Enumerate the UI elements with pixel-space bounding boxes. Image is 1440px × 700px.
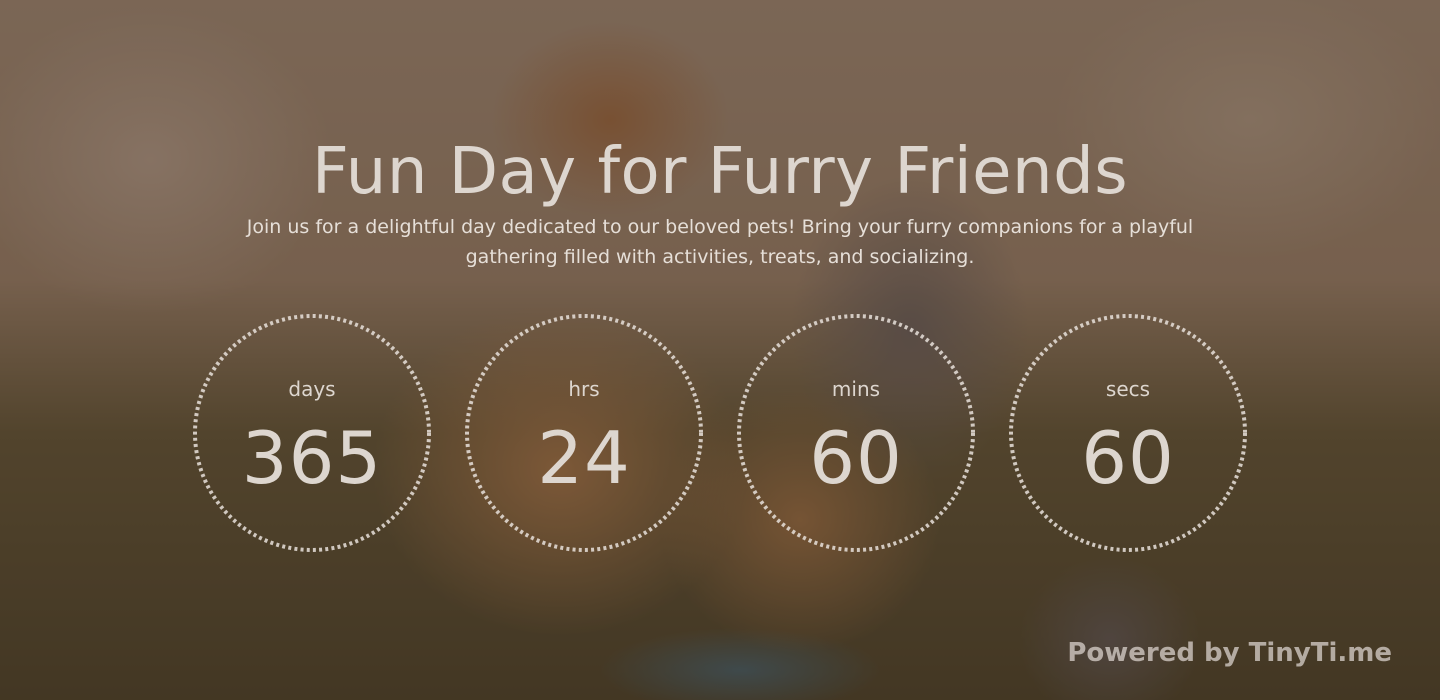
powered-by-link[interactable]: Powered by TinyTi.me [1067,638,1392,668]
countdown-value: 60 [809,416,903,500]
countdown-seconds: secs 60 [1008,313,1248,553]
countdown-label: secs [1105,377,1151,401]
event-description: Join us for a delightful day dedicated t… [246,216,1194,268]
countdown-days: days 365 [192,313,432,553]
countdown-value: 24 [537,416,631,500]
content: Fun Day for Furry Friends Join us for a … [0,0,1440,700]
countdown-value: 60 [1081,416,1175,500]
countdown-value: 365 [241,416,383,500]
page-title: Fun Day for Furry Friends [311,135,1129,209]
event-countdown-page: Fun Day for Furry Friends Join us for a … [0,0,1440,700]
countdown-label: mins [831,377,881,401]
countdown-hours: hrs 24 [464,313,704,553]
countdown-label: hrs [568,377,600,401]
countdown-label: days [288,377,336,401]
countdown-minutes: mins 60 [736,313,976,553]
